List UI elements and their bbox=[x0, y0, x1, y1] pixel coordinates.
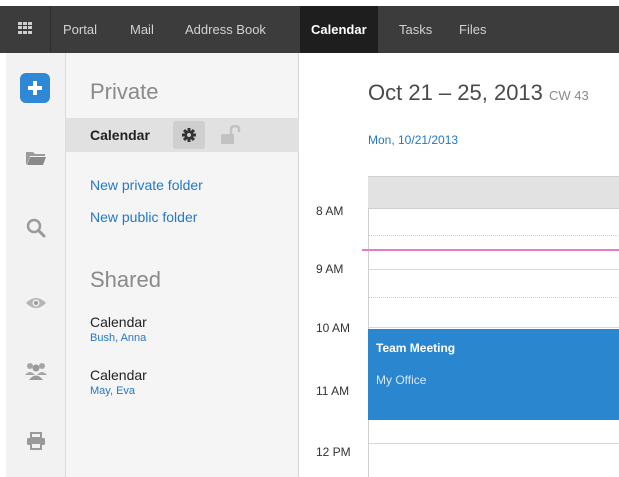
new-public-folder-link[interactable]: New public folder bbox=[90, 209, 197, 225]
unlock-icon bbox=[221, 124, 241, 144]
hour-label: 9 AM bbox=[316, 262, 344, 276]
private-calendar-row[interactable]: Calendar bbox=[66, 118, 299, 152]
event-location: My Office bbox=[376, 373, 427, 387]
printer-icon bbox=[27, 432, 45, 450]
plus-icon bbox=[28, 81, 42, 95]
topbar-divider bbox=[50, 6, 51, 53]
search-button[interactable] bbox=[16, 208, 56, 248]
folder-settings-button[interactable] bbox=[173, 121, 205, 149]
shared-section-title: Shared bbox=[90, 267, 161, 292]
folder-panel: Private Calendar New private folder New … bbox=[66, 53, 299, 477]
hour-label: 10 AM bbox=[316, 321, 351, 335]
current-time-line bbox=[362, 249, 619, 251]
all-day-area[interactable] bbox=[368, 176, 619, 209]
eye-icon bbox=[26, 298, 46, 308]
nav-calendar[interactable]: Calendar bbox=[300, 6, 378, 53]
apps-grid-icon[interactable] bbox=[18, 22, 32, 34]
hour-label: 8 AM bbox=[316, 204, 344, 218]
folder-button[interactable] bbox=[16, 138, 56, 178]
date-range-title: Oct 21 – 25, 2013 CW 43 bbox=[368, 80, 589, 106]
hour-label: 12 PM bbox=[316, 445, 351, 459]
date-range-text: Oct 21 – 25, 2013 bbox=[368, 80, 543, 105]
nav-address-book[interactable]: Address Book bbox=[174, 6, 277, 53]
new-private-folder-link[interactable]: New private folder bbox=[90, 177, 203, 193]
unlock-button[interactable] bbox=[220, 124, 242, 147]
gear-icon bbox=[182, 128, 196, 142]
nav-tasks[interactable]: Tasks bbox=[388, 6, 443, 53]
hour-label: 11 AM bbox=[316, 384, 350, 398]
icon-rail bbox=[0, 53, 66, 477]
people-button[interactable] bbox=[16, 351, 56, 391]
private-calendar-label: Calendar bbox=[90, 127, 150, 143]
shared-calendar-name[interactable]: Calendar bbox=[90, 314, 147, 330]
nav-files[interactable]: Files bbox=[448, 6, 497, 53]
people-icon bbox=[25, 363, 47, 380]
calendar-week-label: CW 43 bbox=[549, 88, 589, 103]
print-button[interactable] bbox=[16, 421, 56, 461]
shared-calendar-owner[interactable]: May, Eva bbox=[90, 385, 135, 397]
view-button[interactable] bbox=[16, 283, 56, 323]
new-appointment-button[interactable] bbox=[20, 73, 50, 103]
top-bar: Portal Mail Address Book Calendar Tasks … bbox=[0, 0, 619, 53]
search-icon bbox=[26, 218, 46, 238]
event-title: Team Meeting bbox=[376, 341, 456, 355]
calendar-view: Oct 21 – 25, 2013 CW 43 Mon, 10/21/2013 … bbox=[300, 53, 619, 477]
folder-icon bbox=[26, 152, 46, 165]
shared-calendar-name[interactable]: Calendar bbox=[90, 367, 147, 383]
event-team-meeting[interactable]: Team Meeting My Office bbox=[368, 329, 619, 420]
shared-calendar-owner[interactable]: Bush, Anna bbox=[90, 332, 146, 344]
nav-mail[interactable]: Mail bbox=[119, 6, 165, 53]
nav-portal[interactable]: Portal bbox=[52, 6, 108, 53]
private-section-title: Private bbox=[90, 79, 159, 104]
day-header[interactable]: Mon, 10/21/2013 bbox=[368, 133, 458, 147]
